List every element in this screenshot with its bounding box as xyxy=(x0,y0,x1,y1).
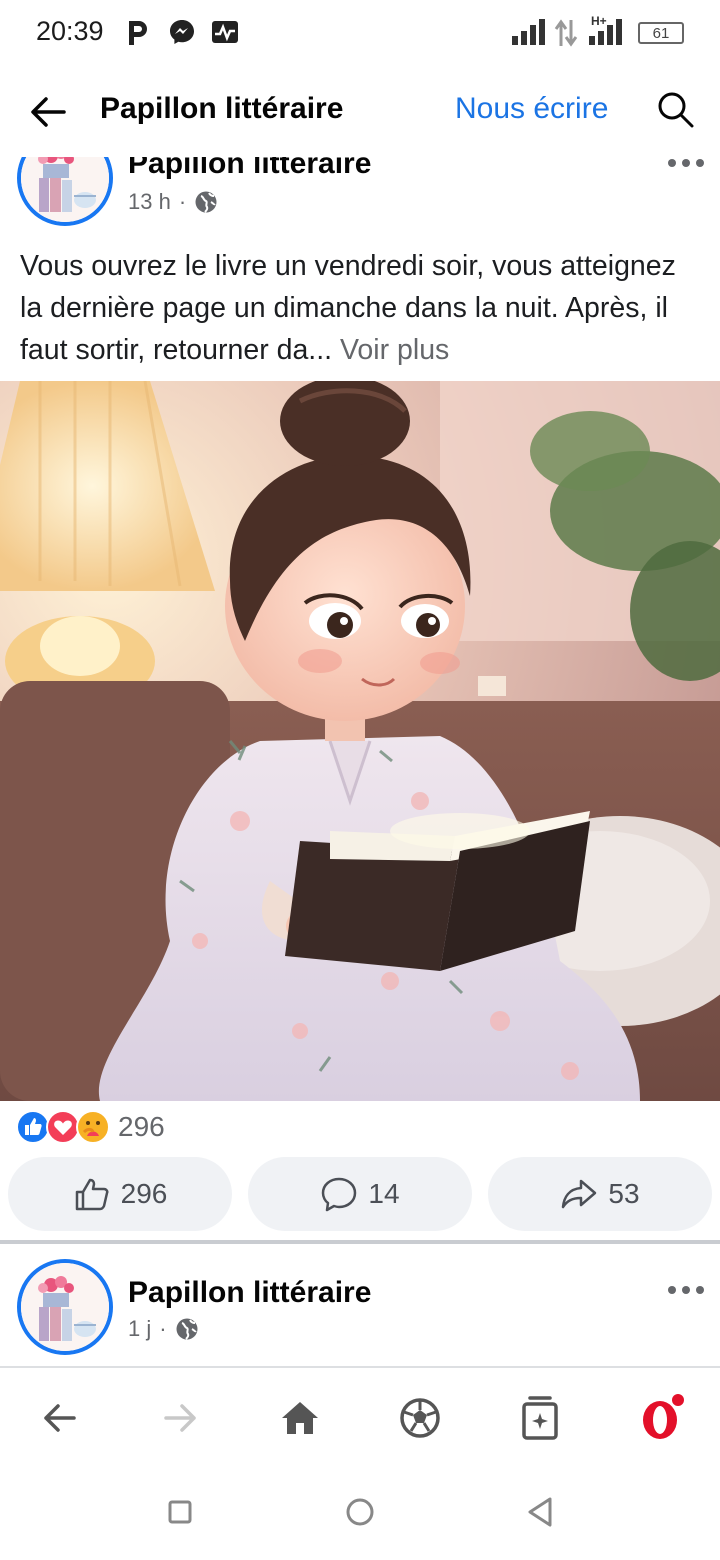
back-triangle-icon[interactable] xyxy=(520,1492,560,1532)
share-arrow-icon xyxy=(562,1179,597,1209)
post-time[interactable]: 1 j xyxy=(128,1316,151,1342)
back-icon[interactable] xyxy=(36,1394,84,1442)
recents-square-icon[interactable] xyxy=(160,1492,200,1532)
post-photo[interactable] xyxy=(0,381,720,1101)
post-author[interactable]: Papillon littéraire xyxy=(128,1276,371,1310)
parking-icon xyxy=(129,21,147,45)
share-button[interactable]: 53 xyxy=(488,1157,712,1231)
page-title: Papillon littéraire xyxy=(100,92,344,125)
girl-reading-illustration xyxy=(0,381,720,1101)
next-post: Papillon littéraire 1 j · xyxy=(0,1244,720,1366)
books-flowers-avatar xyxy=(21,1263,109,1351)
more-options-icon[interactable] xyxy=(666,1280,706,1300)
meta-separator: · xyxy=(178,189,187,214)
post: Papillon littéraire 13 h · Vous ouvrez l… xyxy=(0,157,720,1240)
forward-icon[interactable] xyxy=(156,1394,204,1442)
signal-icon xyxy=(512,19,545,45)
like-button[interactable]: 296 xyxy=(8,1157,232,1231)
system-navbar xyxy=(0,1468,720,1560)
browser-toolbar xyxy=(0,1368,720,1468)
comment-count: 14 xyxy=(368,1178,400,1209)
love-icon xyxy=(46,1110,80,1144)
messenger-icon xyxy=(170,20,194,44)
share-count: 53 xyxy=(608,1178,640,1209)
avatar[interactable] xyxy=(17,157,113,226)
avatar[interactable] xyxy=(17,1259,113,1355)
signal-2-icon xyxy=(589,19,622,45)
tabs-icon[interactable] xyxy=(516,1394,564,1442)
see-more-link[interactable]: Voir plus xyxy=(332,334,449,366)
comment-icon xyxy=(322,1177,357,1212)
back-arrow-icon[interactable] xyxy=(26,90,70,134)
battery-icon: 61 xyxy=(638,22,684,44)
post-meta: 13 h · xyxy=(128,189,218,215)
home-icon[interactable] xyxy=(276,1394,324,1442)
write-to-us-link[interactable]: Nous écrire xyxy=(455,92,608,126)
search-icon[interactable] xyxy=(656,90,696,130)
like-count: 296 xyxy=(120,1178,168,1209)
post-author[interactable]: Papillon littéraire xyxy=(128,157,371,181)
soccer-ball-icon[interactable] xyxy=(396,1394,444,1442)
post-text: Vous ouvrez le livre un vendredi soir, v… xyxy=(20,245,705,371)
data-arrows-icon xyxy=(554,19,578,47)
more-options-icon[interactable] xyxy=(666,157,706,173)
care-icon xyxy=(76,1110,110,1144)
thumbs-up-icon xyxy=(75,1178,109,1211)
home-circle-icon[interactable] xyxy=(340,1492,380,1532)
comment-button[interactable]: 14 xyxy=(248,1157,472,1231)
post-time[interactable]: 13 h xyxy=(128,189,171,215)
like-icon xyxy=(16,1110,50,1144)
status-time: 20:39 xyxy=(36,16,104,46)
globe-icon xyxy=(176,1318,198,1340)
meta-separator: · xyxy=(159,1316,167,1341)
opera-icon[interactable] xyxy=(636,1394,684,1442)
globe-icon xyxy=(195,191,217,213)
page-header: Papillon littéraire Nous écrire xyxy=(0,66,720,156)
books-flowers-avatar xyxy=(21,157,109,222)
reactions-summary[interactable]: 296 xyxy=(16,1109,165,1145)
post-meta: 1 j · xyxy=(128,1316,199,1342)
battery-level: 61 xyxy=(652,24,670,42)
reactions-count: 296 xyxy=(118,1111,165,1142)
activity-icon xyxy=(212,21,238,43)
status-bar: 20:39 H+ 61 xyxy=(0,0,720,66)
